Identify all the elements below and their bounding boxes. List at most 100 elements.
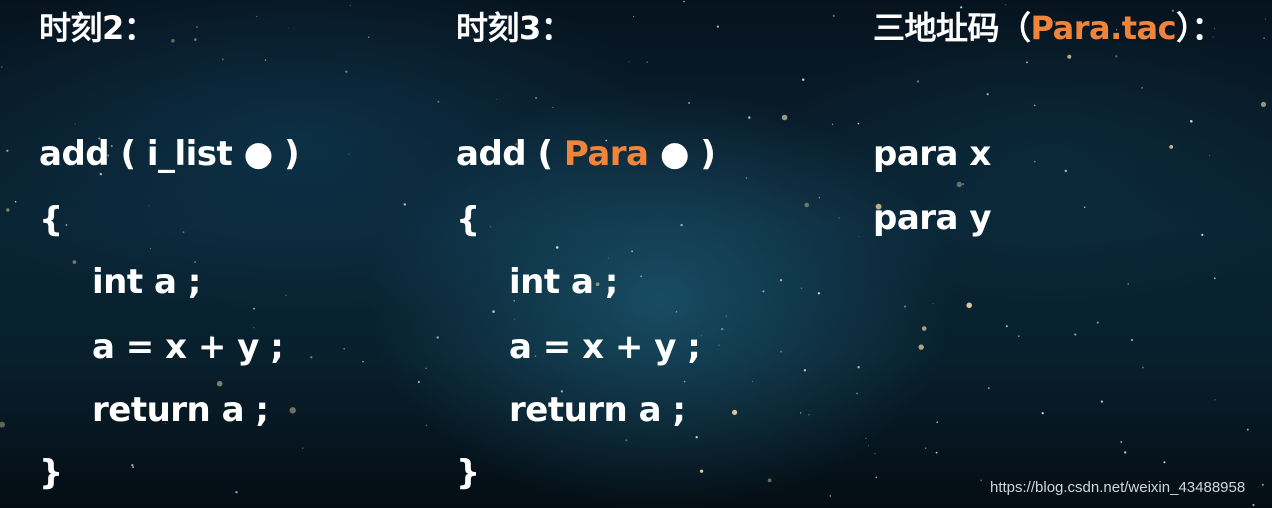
star bbox=[767, 478, 772, 483]
star bbox=[838, 217, 840, 219]
star bbox=[194, 38, 197, 41]
star bbox=[1261, 483, 1264, 486]
star bbox=[1074, 333, 1077, 336]
star bbox=[437, 100, 440, 103]
star bbox=[701, 335, 703, 337]
star bbox=[496, 99, 497, 100]
star bbox=[1115, 55, 1118, 58]
star bbox=[235, 491, 238, 494]
star bbox=[310, 356, 313, 359]
star bbox=[683, 380, 686, 383]
star bbox=[874, 453, 876, 455]
star bbox=[856, 392, 858, 395]
star bbox=[368, 36, 370, 38]
star bbox=[628, 61, 630, 63]
signature-highlight: Para bbox=[563, 134, 649, 174]
star bbox=[555, 246, 559, 249]
star bbox=[683, 0, 685, 3]
heading-prefix: 三地址码（ bbox=[873, 9, 1031, 47]
star bbox=[349, 4, 351, 6]
star bbox=[72, 260, 77, 264]
star bbox=[1033, 104, 1036, 107]
star bbox=[362, 361, 364, 363]
star bbox=[625, 439, 628, 442]
star bbox=[289, 407, 296, 414]
star bbox=[256, 16, 258, 17]
star bbox=[216, 380, 223, 387]
star bbox=[675, 311, 677, 313]
star bbox=[1120, 441, 1123, 443]
star bbox=[932, 303, 934, 305]
close-brace: } bbox=[456, 453, 480, 493]
star bbox=[966, 302, 972, 309]
star bbox=[1127, 283, 1129, 285]
star bbox=[800, 287, 803, 290]
star bbox=[534, 96, 538, 100]
star bbox=[1067, 54, 1072, 59]
star bbox=[868, 445, 870, 447]
star bbox=[1064, 169, 1068, 173]
star bbox=[916, 80, 920, 83]
star bbox=[608, 257, 610, 259]
star bbox=[345, 70, 348, 73]
star bbox=[514, 318, 515, 320]
star bbox=[859, 236, 860, 238]
star bbox=[1264, 18, 1266, 20]
star bbox=[781, 114, 788, 121]
star bbox=[288, 27, 289, 29]
open-brace: { bbox=[39, 200, 63, 240]
star bbox=[1246, 428, 1249, 431]
signature-suffix: ● ) bbox=[648, 134, 716, 174]
star bbox=[748, 116, 751, 119]
star bbox=[182, 231, 185, 234]
star bbox=[436, 336, 439, 339]
star bbox=[343, 348, 346, 350]
code-line: a = x + y ; bbox=[92, 327, 284, 367]
star bbox=[640, 275, 642, 278]
star bbox=[1124, 451, 1127, 454]
star bbox=[721, 327, 724, 331]
star bbox=[417, 380, 420, 384]
star bbox=[131, 464, 134, 467]
star bbox=[800, 412, 802, 414]
star bbox=[1190, 120, 1193, 123]
star bbox=[65, 224, 68, 226]
star bbox=[264, 59, 267, 61]
star bbox=[196, 26, 198, 28]
star bbox=[875, 476, 878, 479]
star bbox=[1131, 339, 1133, 341]
star bbox=[348, 153, 350, 155]
function-signature: add ( Para ● ) bbox=[456, 134, 716, 174]
open-brace: { bbox=[456, 200, 480, 240]
star bbox=[1214, 399, 1216, 401]
star bbox=[74, 123, 76, 125]
star bbox=[1163, 461, 1166, 464]
star bbox=[1041, 412, 1044, 415]
star bbox=[221, 58, 224, 61]
star bbox=[700, 469, 704, 473]
star bbox=[1263, 37, 1265, 39]
star bbox=[857, 366, 860, 369]
star bbox=[148, 204, 150, 206]
star bbox=[803, 369, 807, 372]
star bbox=[680, 223, 683, 227]
star bbox=[988, 387, 990, 389]
star bbox=[695, 436, 698, 439]
code-line: a = x + y ; bbox=[509, 327, 701, 367]
star bbox=[633, 16, 635, 18]
star bbox=[1141, 87, 1143, 89]
star bbox=[808, 414, 810, 416]
star bbox=[832, 14, 835, 18]
column-heading: 时刻2： bbox=[39, 9, 156, 47]
code-line: return a ; bbox=[92, 390, 269, 430]
star bbox=[14, 200, 17, 203]
star bbox=[1017, 335, 1020, 338]
star bbox=[552, 106, 554, 108]
close-brace: } bbox=[39, 453, 63, 493]
star bbox=[285, 294, 287, 296]
star bbox=[425, 367, 427, 370]
code-line: int a ; bbox=[92, 262, 201, 302]
star bbox=[150, 248, 152, 249]
star bbox=[1100, 400, 1103, 403]
star bbox=[1260, 101, 1267, 107]
